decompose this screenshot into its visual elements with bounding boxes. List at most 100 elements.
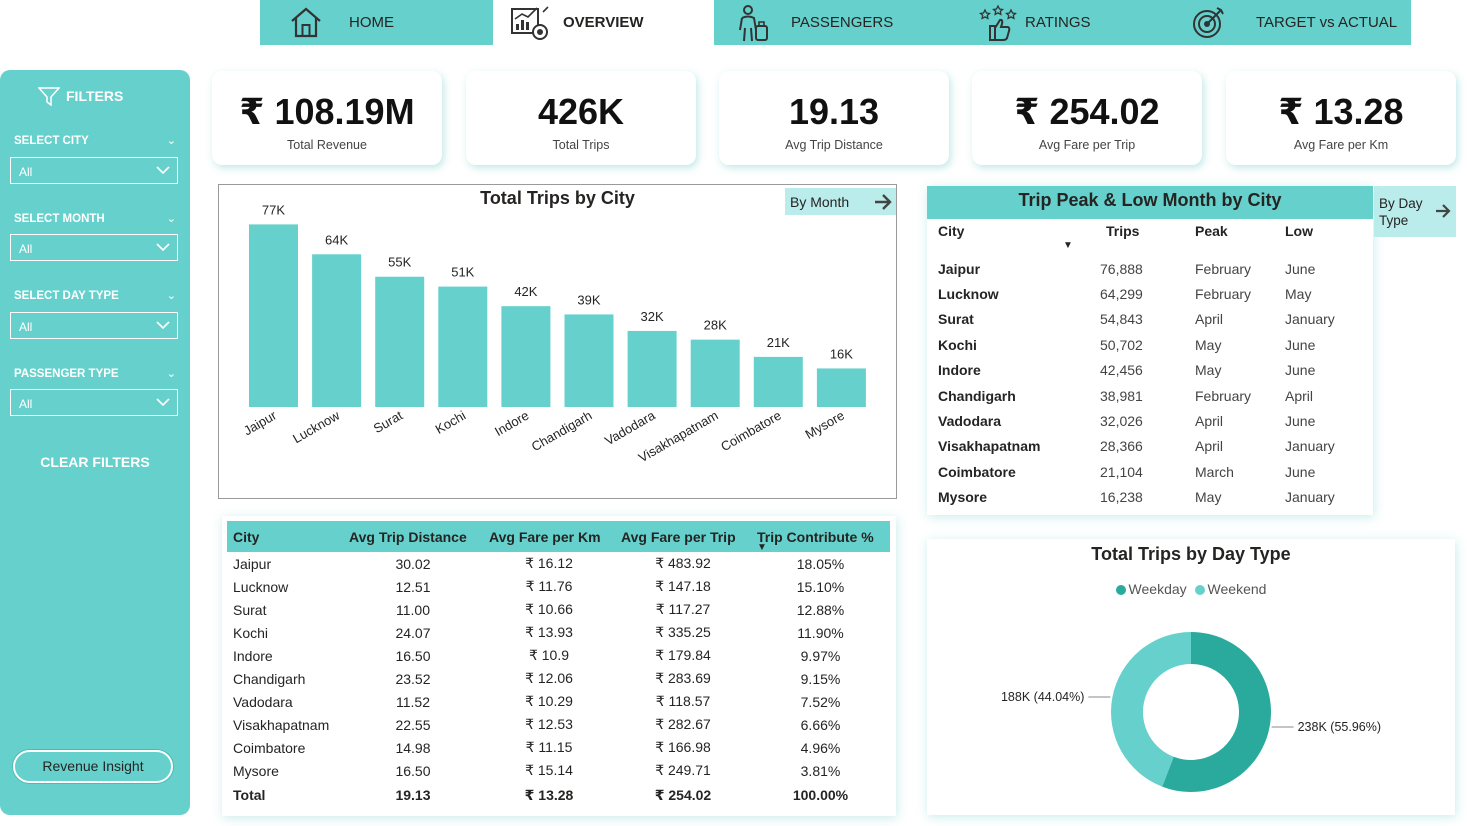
- table-row[interactable]: Surat 11.00 ₹ 10.66 ₹ 117.27 12.88%: [227, 598, 890, 621]
- bar-coimbatore[interactable]: [753, 356, 803, 407]
- bar-vadodara[interactable]: [627, 330, 677, 407]
- avg-fare-per-trip-cell: ₹ 282.67: [655, 716, 711, 732]
- bar-kochi[interactable]: [438, 286, 488, 407]
- tab-overview-label: OVERVIEW: [563, 14, 644, 31]
- x-tick-label: Coimbatore: [718, 408, 784, 455]
- bar-indore[interactable]: [501, 306, 551, 407]
- col-avg-fare-per-km[interactable]: Avg Fare per Km: [483, 521, 615, 552]
- by-day-type-label: By Day Type: [1379, 196, 1423, 228]
- x-tick-label: Lucknow: [290, 407, 342, 446]
- low-cell: June: [1285, 362, 1316, 379]
- peak-cell: February: [1195, 260, 1252, 277]
- trips-cell: 28,366: [1100, 438, 1143, 455]
- table-row[interactable]: Indore 16.50 ₹ 10.9 ₹ 179.84 9.97%: [227, 644, 890, 667]
- trips-cell: 38,981: [1100, 387, 1143, 404]
- tab-ratings[interactable]: RATINGS: [946, 0, 1173, 45]
- col-peak[interactable]: Peak: [1195, 223, 1285, 256]
- filter-city-label: SELECT CITY ⌄: [14, 134, 176, 147]
- table-row[interactable]: Lucknow 64,299 February May: [938, 281, 1358, 306]
- daytype-select[interactable]: All: [10, 312, 178, 339]
- arrow-right-icon: [1436, 204, 1451, 218]
- col-trips[interactable]: Trips: [1098, 223, 1195, 256]
- by-day-type-button[interactable]: By Day Type: [1374, 186, 1456, 237]
- table-row[interactable]: Vadodara 11.52 ₹ 10.29 ₹ 118.57 7.52%: [227, 690, 890, 713]
- table-row[interactable]: Coimbatore 14.98 ₹ 11.15 ₹ 166.98 4.96%: [227, 736, 890, 759]
- avg-fare-per-trip-cell: ₹ 117.27: [655, 601, 711, 617]
- month-select[interactable]: All: [10, 234, 178, 261]
- kpi-value: ₹ 254.02: [1014, 91, 1160, 132]
- chevron-down-icon[interactable]: ⌄: [167, 289, 176, 302]
- x-tick-label: Kochi: [433, 408, 469, 437]
- passenger-select[interactable]: All: [10, 389, 178, 416]
- daytype-select-value: All: [19, 320, 33, 334]
- city-select[interactable]: All: [10, 157, 178, 184]
- bar-data-label: 16K: [830, 346, 853, 361]
- bar-jaipur[interactable]: [249, 224, 298, 407]
- avg-trip-distance-cell: 11.52: [396, 693, 430, 710]
- table-row[interactable]: Visakhapatnam 28,366 April January: [938, 434, 1358, 459]
- city-cell: Chandigarh: [233, 670, 306, 687]
- kpi-label: Total Revenue: [287, 138, 367, 152]
- chevron-down-icon: [156, 398, 170, 407]
- city-cell: Indore: [938, 362, 981, 379]
- table-row[interactable]: Mysore 16,238 May January: [938, 485, 1358, 510]
- avg-trip-distance-cell: 16.50: [395, 647, 431, 664]
- bar-chandigarh[interactable]: [564, 314, 614, 407]
- table-row[interactable]: Chandigarh 38,981 February April: [938, 383, 1358, 408]
- x-tick-label: Mysore: [802, 408, 846, 442]
- kpi-value: 426K: [537, 91, 625, 132]
- avg-fare-per-km-cell: ₹ 12.06: [525, 670, 573, 686]
- peak-cell: May: [1195, 489, 1222, 506]
- bar-visakhapatnam[interactable]: [690, 339, 740, 407]
- col-low[interactable]: Low: [1285, 223, 1358, 256]
- table-row[interactable]: Chandigarh 23.52 ₹ 12.06 ₹ 283.69 9.15%: [227, 667, 890, 690]
- bar-lucknow[interactable]: [312, 254, 362, 407]
- table-row[interactable]: Surat 54,843 April January: [938, 307, 1358, 332]
- revenue-insight-button[interactable]: Revenue Insight: [13, 750, 173, 783]
- kpi-label: Avg Fare per Trip: [1038, 138, 1136, 152]
- table-row[interactable]: Coimbatore 21,104 March June: [938, 459, 1358, 484]
- kpi-avg-fare-per-trip: ₹ 254.02 Avg Fare per Trip: [972, 71, 1202, 165]
- filters-header: FILTERS: [38, 86, 123, 106]
- avg-fare-per-trip-cell: ₹ 179.84: [655, 647, 711, 663]
- chevron-down-icon: [156, 166, 170, 175]
- low-cell: January: [1285, 489, 1335, 506]
- tab-overview[interactable]: OVERVIEW: [493, 0, 714, 45]
- tab-home[interactable]: HOME: [260, 0, 493, 45]
- city-cell: Surat: [233, 601, 267, 618]
- tab-passengers[interactable]: PASSENGERS: [714, 0, 946, 45]
- clear-filters-button[interactable]: CLEAR FILTERS: [0, 454, 190, 470]
- chevron-down-icon[interactable]: ⌄: [167, 212, 176, 225]
- x-tick-label: Surat: [371, 407, 406, 436]
- passenger-icon: [739, 5, 768, 42]
- table-row[interactable]: Jaipur 30.02 ₹ 16.12 ₹ 483.92 18.05%: [227, 552, 890, 575]
- trips-by-city-panel: Total Trips by City By Month 77K Jaipur 64…: [218, 184, 897, 499]
- table-row[interactable]: Indore 42,456 May June: [938, 358, 1358, 383]
- table-row[interactable]: Mysore 16.50 ₹ 15.14 ₹ 249.71 3.81%: [227, 759, 890, 782]
- chevron-down-icon[interactable]: ⌄: [167, 134, 176, 147]
- table-row[interactable]: Lucknow 12.51 ₹ 11.76 ₹ 147.18 15.10%: [227, 575, 890, 598]
- tab-target-vs-actual[interactable]: TARGET vs ACTUAL: [1173, 0, 1411, 45]
- table-row[interactable]: Visakhapatnam 22.55 ₹ 12.53 ₹ 282.67 6.66%: [227, 713, 890, 736]
- avg-fare-per-km-cell: ₹ 10.29: [525, 693, 573, 709]
- col-trip-contribute[interactable]: Trip Contribute % ▼: [751, 521, 890, 553]
- city-cell: Coimbatore: [233, 739, 306, 756]
- trip-contribute-cell: 6.66%: [800, 716, 841, 733]
- month-select-value: All: [19, 242, 33, 256]
- col-avg-fare-per-trip[interactable]: Avg Fare per Trip: [615, 521, 751, 552]
- city-cell: Visakhapatnam: [938, 438, 1041, 455]
- city-cell: Coimbatore: [938, 463, 1016, 480]
- x-tick-label: Indore: [492, 408, 531, 439]
- table-row[interactable]: Jaipur 76,888 February June: [938, 256, 1358, 281]
- table-row[interactable]: Kochi 50,702 May June: [938, 332, 1358, 357]
- bar-surat[interactable]: [375, 276, 425, 407]
- table-row[interactable]: Vadodara 32,026 April June: [938, 408, 1358, 433]
- bar-mysore[interactable]: [816, 368, 866, 407]
- peak-cell: April: [1195, 311, 1224, 328]
- col-avg-trip-distance[interactable]: Avg Trip Distance: [343, 521, 483, 552]
- col-city[interactable]: City: [227, 521, 343, 552]
- table-row[interactable]: Kochi 24.07 ₹ 13.93 ₹ 335.25 11.90%: [227, 621, 890, 644]
- tab-target-label: TARGET vs ACTUAL: [1256, 14, 1398, 31]
- chevron-down-icon[interactable]: ⌄: [167, 367, 176, 380]
- col-city[interactable]: City ▼: [938, 223, 1098, 256]
